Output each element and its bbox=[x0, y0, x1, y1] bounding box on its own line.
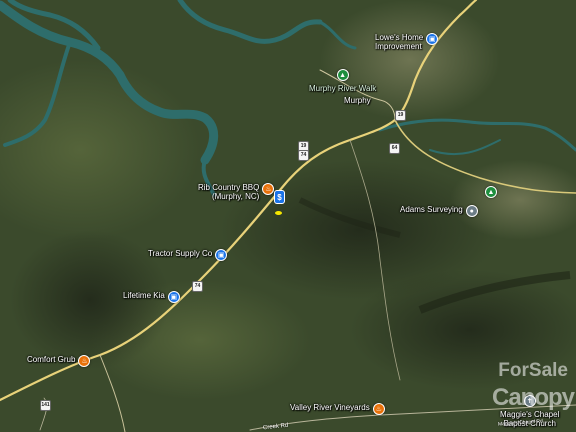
map-view[interactable]: ▣ Lowe's Home Improvement ▲ Murphy River … bbox=[0, 0, 576, 432]
poi-adams-surveying[interactable]: Adams Surveying ● bbox=[400, 205, 478, 217]
restaurant-icon: ♨ bbox=[262, 183, 275, 195]
poi-rib-country-bbq[interactable]: Rib Country BBQ (Murphy, NC) ♨ bbox=[198, 183, 275, 201]
poi-label: Murphy River Walk bbox=[309, 84, 377, 93]
poi-valley-river-vineyards[interactable]: Valley River Vineyards ♨ bbox=[290, 403, 385, 415]
poi-label: Lifetime Kia bbox=[123, 291, 165, 300]
place-icon: ● bbox=[465, 205, 478, 217]
town-label: Murphy bbox=[344, 96, 371, 105]
poi-park-east[interactable]: ▲ bbox=[485, 186, 497, 198]
poi-lowes[interactable]: ▣ Lowe's Home Improvement bbox=[375, 33, 439, 51]
poi-murphy-river-walk[interactable]: ▲ Murphy River Walk bbox=[309, 69, 376, 93]
poi-comfort-grub[interactable]: Comfort Grub ♨ bbox=[27, 355, 91, 367]
poi-label: Adams Surveying bbox=[400, 205, 463, 214]
shopping-bag-icon: ▣ bbox=[426, 33, 439, 45]
restaurant-icon: ♨ bbox=[78, 355, 91, 367]
watermark-forsale: ForSale bbox=[498, 360, 568, 381]
winery-icon: ♨ bbox=[372, 403, 385, 415]
listing-location-dot bbox=[275, 211, 282, 215]
highway-shield: 141 bbox=[40, 400, 51, 411]
watermark: ForSale Canopy bbox=[436, 360, 575, 420]
poi-tractor-supply[interactable]: Tractor Supply Co ▣ bbox=[148, 249, 228, 261]
watermark-canopy: Canopy bbox=[491, 384, 575, 411]
highway-shield: 19 bbox=[395, 110, 406, 121]
poi-lifetime-kia[interactable]: Lifetime Kia ▣ bbox=[123, 291, 180, 303]
shopping-cart-icon: ▣ bbox=[215, 249, 228, 261]
highway-shield: 74 bbox=[298, 150, 309, 161]
park-icon: ▲ bbox=[485, 186, 497, 198]
poi-label: Lowe's Home Improvement bbox=[375, 33, 424, 51]
poi-label: Comfort Grub bbox=[27, 355, 76, 364]
listing-marker[interactable]: $ bbox=[274, 190, 285, 215]
dollar-icon: $ bbox=[274, 190, 285, 204]
highway-shield: 74 bbox=[192, 281, 203, 292]
poi-label: Tractor Supply Co bbox=[148, 249, 213, 258]
poi-label: Valley River Vineyards bbox=[290, 403, 370, 412]
highway-shield: 64 bbox=[389, 143, 400, 154]
car-dealer-icon: ▣ bbox=[167, 291, 180, 303]
poi-label: Rib Country BBQ (Murphy, NC) bbox=[198, 183, 260, 201]
park-icon: ▲ bbox=[336, 69, 349, 81]
